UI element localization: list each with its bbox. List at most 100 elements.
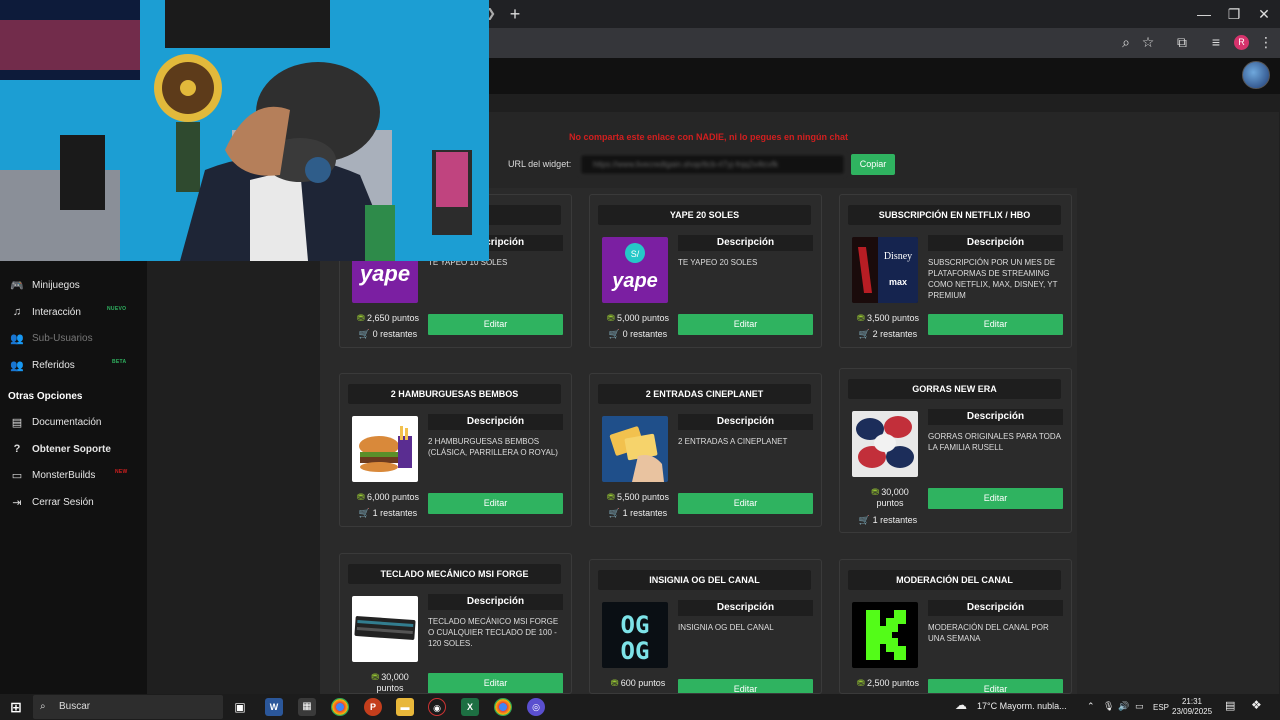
kick-logo-icon: [852, 602, 918, 668]
edit-button[interactable]: Editar: [678, 679, 813, 693]
store-icon[interactable]: ▦: [298, 698, 316, 716]
chrome-icon[interactable]: [331, 698, 349, 716]
reward-card: MODERACIÓN DEL CANAL Descripción MODERACIÓ…: [839, 559, 1072, 694]
sidebar-item-soporte[interactable]: ? Obtener Soporte: [10, 439, 111, 459]
description-heading: Descripción: [928, 409, 1063, 425]
restore-icon[interactable]: ❐: [1222, 4, 1246, 24]
tray-chevron-icon[interactable]: ⌃: [1087, 701, 1095, 712]
new-tab-button[interactable]: +: [505, 4, 525, 24]
language-indicator[interactable]: ESP: [1153, 703, 1169, 712]
excel-icon[interactable]: X: [461, 698, 479, 716]
windows-start-icon[interactable]: ⊞: [7, 698, 25, 716]
remaining-value: 0 restantes: [372, 329, 418, 339]
volume-icon[interactable]: 🔊: [1118, 701, 1129, 712]
reward-image: S/yape: [602, 237, 668, 303]
file-explorer-icon[interactable]: ▬: [396, 698, 414, 716]
reward-image: [852, 411, 918, 477]
reward-description: 2 HAMBURGUESAS BEMBOS (CLÁSICA, PARRILLE…: [428, 437, 558, 457]
description-heading: Descripción: [928, 235, 1063, 251]
beta-badge: BETA: [112, 359, 127, 365]
bookmark-star-icon[interactable]: ☆: [1138, 32, 1158, 52]
user-avatar[interactable]: [1242, 61, 1270, 89]
clock-date: 23/09/2025: [1172, 707, 1213, 716]
obs-icon[interactable]: ◉: [428, 698, 446, 716]
users-icon: 👥: [10, 332, 24, 345]
coins-icon: ⛃: [606, 492, 617, 502]
reward-points: ⛃ 600 puntos: [598, 678, 678, 689]
notifications-icon[interactable]: ▤: [1225, 699, 1235, 712]
reward-points: ⛃ 30,000 puntos: [348, 672, 428, 693]
network-icon[interactable]: ▭: [1135, 701, 1144, 712]
weather-text[interactable]: 17°C Mayorm. nubla...: [977, 701, 1067, 711]
media-control-icon[interactable]: ≡: [1206, 32, 1226, 52]
sidebar-item-label: Documentación: [32, 416, 102, 428]
word-icon[interactable]: W: [265, 698, 283, 716]
browser-menu-icon[interactable]: ⋮: [1256, 32, 1276, 52]
sidebar-item-sub-usuarios[interactable]: 👥 Sub-Usuarios: [10, 328, 93, 348]
referrals-icon: 👥: [10, 359, 24, 372]
edit-button[interactable]: Editar: [928, 314, 1063, 335]
reward-card: 2 ENTRADAS CINEPLANET Descripción 2 ENTRAD…: [589, 373, 822, 527]
edit-button[interactable]: Editar: [678, 493, 813, 514]
sidebar-item-monsterbuilds[interactable]: ▭ MonsterBuilds: [10, 465, 96, 485]
app-icon[interactable]: ◎: [527, 698, 545, 716]
sidebar-item-label: Cerrar Sesión: [32, 496, 94, 508]
reward-image: [352, 416, 418, 482]
description-heading: Descripción: [928, 600, 1063, 616]
taskbar-clock[interactable]: 21:31 23/09/2025: [1172, 697, 1212, 717]
edit-button[interactable]: Editar: [928, 679, 1063, 693]
reward-description: 2 ENTRADAS A CINEPLANET: [678, 437, 788, 446]
reward-title: 2 HAMBURGUESAS BEMBOS: [348, 384, 561, 404]
reward-description: TE YAPEO 20 SOLES: [678, 258, 758, 267]
sidebar-item-documentacion[interactable]: ▤ Documentación: [10, 412, 102, 432]
extensions-icon[interactable]: ⧉: [1172, 32, 1192, 52]
powerpoint-icon[interactable]: P: [364, 698, 382, 716]
copy-button[interactable]: Copiar: [851, 154, 895, 175]
edit-button[interactable]: Editar: [928, 488, 1063, 509]
points-value: 30,000 puntos: [376, 672, 409, 693]
sidebar-item-minijuegos[interactable]: 🎮 Minijuegos: [10, 275, 80, 295]
reward-title: 2 ENTRADAS CINEPLANET: [598, 384, 811, 404]
copilot-icon[interactable]: ❖: [1251, 698, 1262, 712]
clock-time: 21:31: [1181, 697, 1203, 706]
reward-points: ⛃ 30,000 puntos: [848, 487, 928, 509]
edit-button[interactable]: Editar: [678, 314, 813, 335]
edit-button[interactable]: Editar: [428, 314, 563, 335]
zoom-icon[interactable]: ⌕: [1116, 32, 1136, 52]
minimize-icon[interactable]: —: [1192, 4, 1216, 24]
coins-icon: ⛃: [856, 678, 867, 688]
new-badge: NUEVO: [107, 306, 127, 312]
description-heading: Descripción: [678, 235, 813, 251]
browser-profile-icon[interactable]: R: [1234, 35, 1249, 50]
sidebar-item-label: Minijuegos: [32, 279, 80, 291]
cart-icon: 🛒: [858, 515, 873, 525]
reward-title: SUBSCRIPCIÓN EN NETFLIX / HBO: [848, 205, 1061, 225]
security-warning: No comparta este enlace con NADIE, ni lo…: [569, 132, 849, 142]
reward-remaining: 🛒 0 restantes: [598, 329, 678, 340]
sidebar-item-cerrar-sesion[interactable]: ⇥ Cerrar Sesión: [10, 492, 94, 512]
sidebar-item-label: Sub-Usuarios: [32, 332, 93, 344]
screen: ❯ + — ❐ ✕ ⌕ ☆ ⧉ ≡ R ⋮ 🎮 Minijuegos ♫ Int…: [0, 0, 1280, 720]
search-icon: ⌕: [40, 701, 46, 712]
reward-image: [352, 596, 418, 662]
chrome-active-icon[interactable]: [494, 698, 512, 716]
sidebar-item-label: Obtener Soporte: [32, 443, 111, 455]
reward-points: ⛃ 5,000 puntos: [598, 313, 678, 324]
points-value: 2,500 puntos: [867, 678, 920, 688]
og-badge-icon: OGOG: [602, 602, 668, 668]
microphone-icon[interactable]: 🎙: [1103, 701, 1114, 712]
svg-text:yape: yape: [359, 261, 410, 286]
remaining-value: 1 restantes: [872, 515, 918, 525]
sidebar-item-referidos[interactable]: 👥 Referidos: [10, 355, 75, 375]
widget-url-input[interactable]: https://www.livecredtgain.shop/ttcb-rl7y…: [580, 154, 845, 175]
taskbar-search[interactable]: ⌕ Buscar: [33, 695, 223, 719]
logout-icon: ⇥: [12, 496, 22, 509]
reward-title: GORRAS NEW ERA: [848, 379, 1061, 399]
sidebar-item-interaccion[interactable]: ♫ Interacción: [10, 302, 81, 322]
search-placeholder: Buscar: [59, 701, 91, 712]
edit-button[interactable]: Editar: [428, 493, 563, 514]
close-icon[interactable]: ✕: [1252, 4, 1276, 24]
description-heading: Descripción: [678, 600, 813, 616]
task-view-icon[interactable]: ▣: [231, 698, 249, 716]
edit-button[interactable]: Editar: [428, 673, 563, 693]
